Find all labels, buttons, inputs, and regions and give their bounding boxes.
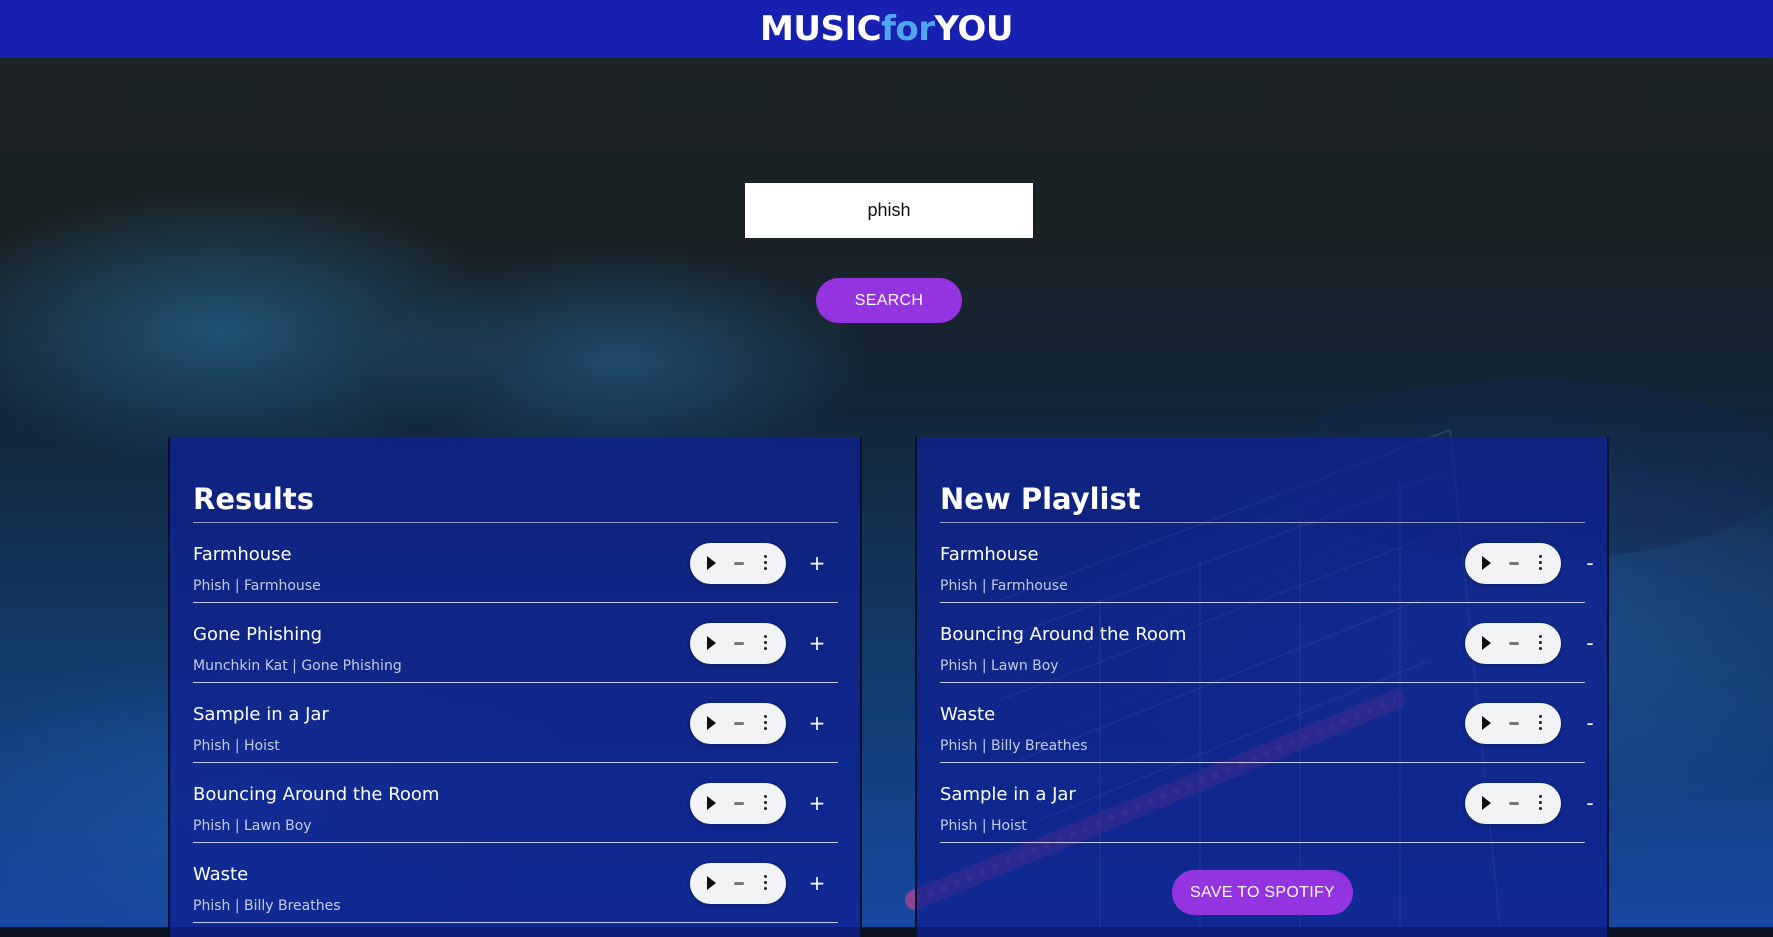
volume-slider[interactable] [734,722,744,725]
track-name: Waste [193,864,249,885]
track-name: Farmhouse [193,544,292,565]
more-options-icon[interactable] [1538,715,1542,732]
audio-player[interactable] [690,863,786,904]
add-track-button[interactable]: + [805,869,829,897]
track-row: Bouncing Around the Room Phish | Lawn Bo… [940,603,1594,683]
track-artist-album: Phish | Lawn Boy [940,658,1059,674]
search-input[interactable] [745,183,1033,238]
track-artist-album: Phish | Hoist [193,738,280,754]
volume-slider[interactable] [734,802,744,805]
audio-player[interactable] [1465,623,1561,664]
volume-slider[interactable] [1509,642,1519,645]
track-row: Waste Phish | Billy Breathes - [940,683,1594,763]
track-artist-album: Munchkin Kat | Gone Phishing [193,658,402,674]
logo-part-you: YOU [934,9,1014,49]
audio-player[interactable] [690,703,786,744]
play-icon[interactable] [1482,556,1491,570]
audio-player[interactable] [1465,543,1561,584]
track-row: Bouncing Around the Room Phish | Lawn Bo… [193,763,838,843]
play-icon[interactable] [707,636,716,650]
app-logo: MUSICforYOU [760,9,1013,49]
more-options-icon[interactable] [763,555,767,572]
more-options-icon[interactable] [763,715,767,732]
results-panel: Results Farmhouse Phish | Farmhouse + Go… [170,437,860,937]
save-to-spotify-button[interactable]: SAVE TO SPOTIFY [1172,870,1353,915]
track-row: Sample in a Jar Phish | Hoist + [193,683,838,763]
results-track-list: Farmhouse Phish | Farmhouse + Gone Phish… [193,523,838,923]
playlist-panel: New Playlist Farmhouse Phish | Farmhouse… [917,437,1607,937]
play-icon[interactable] [1482,716,1491,730]
play-icon[interactable] [707,796,716,810]
remove-track-button[interactable]: - [1578,789,1602,817]
remove-track-button[interactable]: - [1578,629,1602,657]
track-artist-album: Phish | Billy Breathes [940,738,1088,754]
audio-player[interactable] [690,783,786,824]
more-options-icon[interactable] [1538,795,1542,812]
track-name: Sample in a Jar [940,784,1076,805]
more-options-icon[interactable] [1538,635,1542,652]
track-artist-album: Phish | Billy Breathes [193,898,341,914]
track-row: Waste Phish | Billy Breathes + [193,843,838,923]
logo-part-music: MUSIC [760,9,882,49]
audio-player[interactable] [690,623,786,664]
volume-slider[interactable] [734,562,744,565]
track-name: Farmhouse [940,544,1039,565]
volume-slider[interactable] [734,642,744,645]
track-name: Bouncing Around the Room [193,784,440,805]
add-track-button[interactable]: + [805,709,829,737]
results-title: Results [193,482,314,516]
add-track-button[interactable]: + [805,789,829,817]
volume-slider[interactable] [1509,722,1519,725]
add-track-button[interactable]: + [805,629,829,657]
play-icon[interactable] [1482,796,1491,810]
track-name: Waste [940,704,996,725]
track-artist-album: Phish | Farmhouse [193,578,321,594]
more-options-icon[interactable] [763,795,767,812]
playlist-track-list: Farmhouse Phish | Farmhouse - Bouncing A… [940,523,1594,843]
volume-slider[interactable] [734,882,744,885]
more-options-icon[interactable] [763,635,767,652]
play-icon[interactable] [707,876,716,890]
top-header: MUSICforYOU [0,0,1773,58]
play-icon[interactable] [707,556,716,570]
track-row: Farmhouse Phish | Farmhouse - [940,523,1594,603]
more-options-icon[interactable] [1538,555,1542,572]
audio-player[interactable] [1465,703,1561,744]
remove-track-button[interactable]: - [1578,549,1602,577]
volume-slider[interactable] [1509,562,1519,565]
add-track-button[interactable]: + [805,549,829,577]
search-button[interactable]: SEARCH [816,278,962,323]
volume-slider[interactable] [1509,802,1519,805]
track-name: Bouncing Around the Room [940,624,1187,645]
track-artist-album: Phish | Lawn Boy [193,818,312,834]
playlist-title[interactable]: New Playlist [940,482,1141,516]
play-icon[interactable] [1482,636,1491,650]
track-row: Farmhouse Phish | Farmhouse + [193,523,838,603]
track-row: Sample in a Jar Phish | Hoist - [940,763,1594,843]
audio-player[interactable] [690,543,786,584]
track-name: Sample in a Jar [193,704,329,725]
track-artist-album: Phish | Farmhouse [940,578,1068,594]
play-icon[interactable] [707,716,716,730]
track-name: Gone Phishing [193,624,323,645]
logo-part-for: for [881,9,935,49]
audio-player[interactable] [1465,783,1561,824]
remove-track-button[interactable]: - [1578,709,1602,737]
track-row: Gone Phishing Munchkin Kat | Gone Phishi… [193,603,838,683]
track-artist-album: Phish | Hoist [940,818,1027,834]
more-options-icon[interactable] [763,875,767,892]
